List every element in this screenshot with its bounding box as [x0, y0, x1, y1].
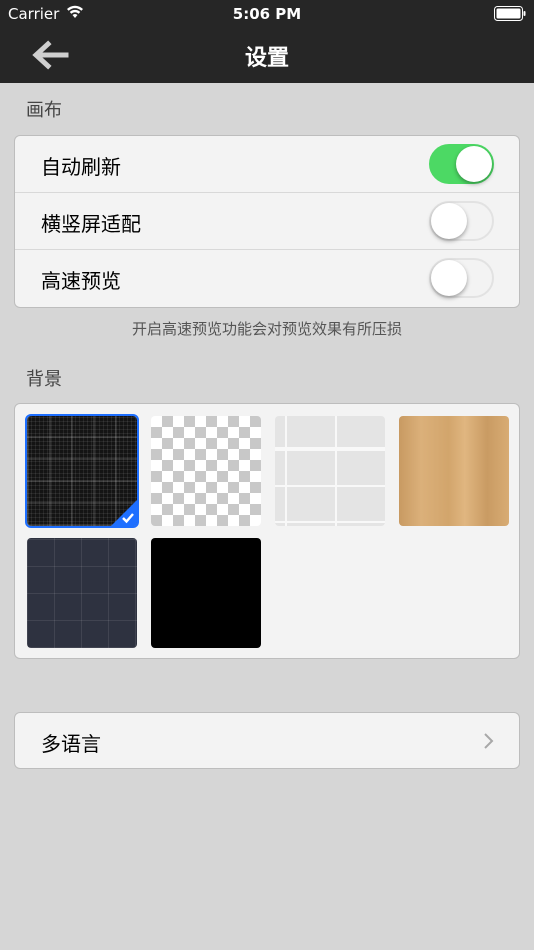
- row-language[interactable]: 多语言: [15, 713, 519, 768]
- section-header-canvas: 画布: [26, 100, 62, 121]
- canvas-settings-card: 自动刷新 横竖屏适配 高速预览: [14, 135, 520, 308]
- background-picker-card: [14, 403, 520, 659]
- row-auto-refresh: 自动刷新: [15, 136, 519, 193]
- chevron-right-icon: [484, 733, 494, 749]
- language-card: 多语言: [14, 712, 520, 769]
- fast-preview-note: 开启高速预览功能会对预览效果有所压损: [131, 320, 402, 338]
- navigation-bar: 设置: [0, 28, 534, 83]
- section-header-background: 背景: [26, 369, 62, 390]
- auto-refresh-toggle[interactable]: [429, 144, 494, 184]
- swatch-wood[interactable]: [399, 416, 509, 526]
- language-label: 多语言: [41, 732, 101, 756]
- toggle-knob: [431, 203, 467, 239]
- swatch-dark-grid[interactable]: [25, 414, 139, 528]
- swatch-white-tile[interactable]: [275, 416, 385, 526]
- orientation-adapt-toggle[interactable]: [429, 201, 494, 241]
- battery-icon: [494, 6, 526, 21]
- orientation-adapt-label: 横竖屏适配: [41, 212, 141, 236]
- fast-preview-label: 高速预览: [41, 269, 121, 293]
- fast-preview-toggle[interactable]: [429, 258, 494, 298]
- row-orientation-adapt: 横竖屏适配: [15, 193, 519, 250]
- status-bar: Carrier 5:06 PM: [0, 0, 534, 28]
- swatch-black[interactable]: [151, 538, 261, 648]
- toggle-knob: [431, 260, 467, 296]
- checkmark-icon: [111, 500, 137, 526]
- auto-refresh-label: 自动刷新: [41, 155, 121, 179]
- page-title: 设置: [244, 46, 289, 71]
- swatch-transparent-checker[interactable]: [151, 416, 261, 526]
- swatch-navy-grid[interactable]: [27, 538, 137, 648]
- row-fast-preview: 高速预览: [15, 250, 519, 307]
- clock: 5:06 PM: [232, 5, 302, 23]
- toggle-knob: [456, 146, 492, 182]
